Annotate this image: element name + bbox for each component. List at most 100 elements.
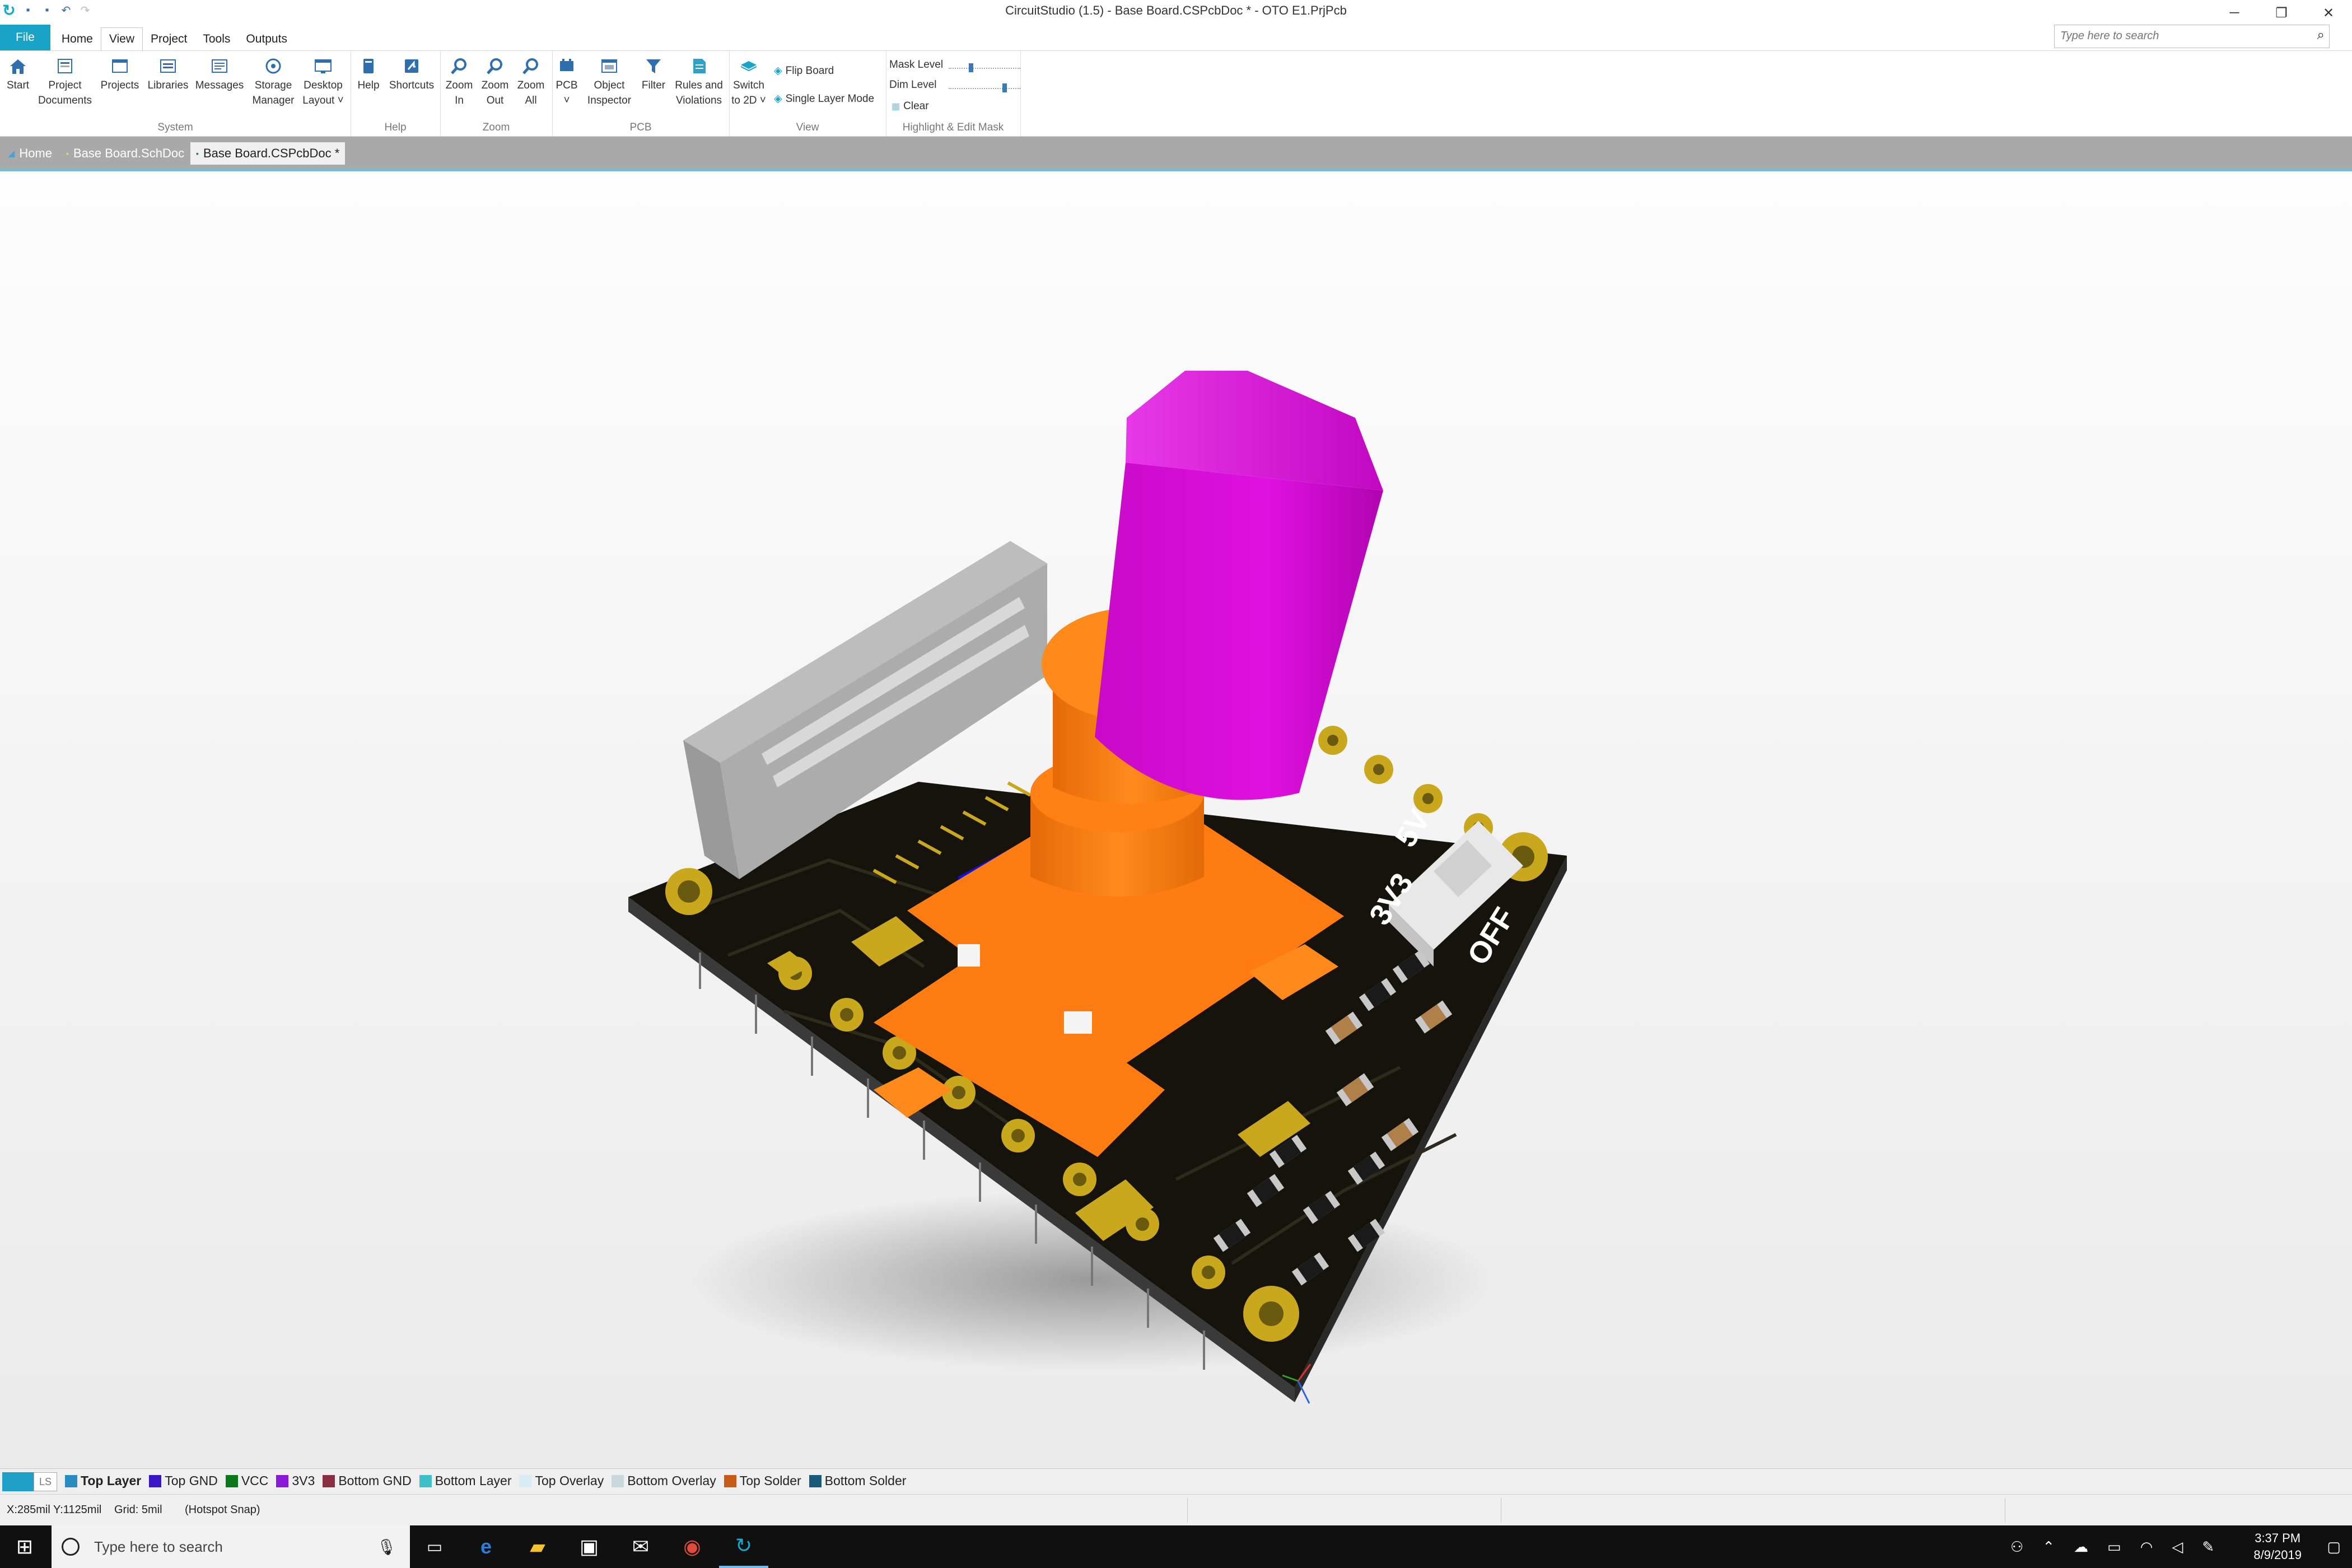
tab-home[interactable]: Home bbox=[54, 28, 101, 50]
edge-icon[interactable]: e bbox=[461, 1525, 511, 1568]
layer-set-selector[interactable]: LS bbox=[2, 1472, 58, 1491]
mail-icon[interactable]: ✉ bbox=[616, 1525, 665, 1568]
title-bar: ↻ ▪ ▪ ↶ ↷ CircuitStudio (1.5) - Base Boa… bbox=[0, 0, 2352, 22]
onedrive-icon[interactable]: ☁ bbox=[2074, 1538, 2088, 1556]
shortcuts-button[interactable]: Shortcuts bbox=[385, 57, 438, 93]
layer-color-swatch bbox=[149, 1474, 162, 1487]
layer-color-swatch bbox=[323, 1474, 335, 1487]
minimize-button[interactable]: ─ bbox=[2211, 0, 2258, 26]
layer-tab-label: Bottom Layer bbox=[435, 1473, 512, 1488]
taskbar-search[interactable]: Type here to search 🎙 bbox=[52, 1525, 410, 1568]
group-view: Switch to 2D ˅ ◈ Flip Board ◈ Single Lay… bbox=[729, 51, 886, 136]
pcb-3d-view[interactable]: 3V3 5V OFF bbox=[0, 171, 2352, 1468]
projects-icon bbox=[112, 59, 128, 73]
storage-manager-label: Storage Manager bbox=[252, 80, 295, 106]
dim-level-knob[interactable] bbox=[1002, 83, 1007, 92]
layer-tab-label: Bottom Solder bbox=[824, 1473, 907, 1488]
windows-start-icon[interactable]: ⊞ bbox=[0, 1525, 49, 1568]
circuitstudio-taskbar-icon[interactable]: ↻ bbox=[719, 1525, 768, 1568]
layer-color-swatch bbox=[276, 1474, 289, 1487]
home-icon bbox=[10, 59, 26, 74]
doc-tab-schematic[interactable]: ▪ Base Board.SchDoc bbox=[60, 142, 190, 165]
chrome-icon[interactable]: ◉ bbox=[668, 1525, 717, 1568]
people-icon[interactable]: ⚇ bbox=[2010, 1538, 2023, 1556]
layer-tab-label: Top Overlay bbox=[535, 1473, 604, 1488]
close-button[interactable]: ✕ bbox=[2305, 0, 2352, 26]
flip-board-button[interactable]: ◈ Flip Board bbox=[774, 64, 834, 77]
layer-tab-label: Top Layer bbox=[81, 1473, 142, 1488]
switch-to-2d-label: Switch to 2D ˅ bbox=[731, 80, 766, 106]
pcb-icon bbox=[560, 59, 573, 71]
doc-tab-pcb[interactable]: ▪ Base Board.CSPcbDoc * bbox=[190, 142, 346, 165]
zoom-all-button[interactable]: Zoom All bbox=[515, 57, 547, 108]
messages-button[interactable]: Messages bbox=[195, 57, 244, 93]
store-icon[interactable]: ▣ bbox=[564, 1525, 614, 1568]
layer-tab[interactable]: Top Layer bbox=[65, 1473, 141, 1488]
help-book-icon bbox=[363, 59, 374, 73]
clear-mask-button[interactable]: ▦ Clear bbox=[892, 100, 929, 113]
wifi-icon[interactable]: ◠ bbox=[2140, 1538, 2153, 1556]
tab-file[interactable]: File bbox=[0, 25, 50, 50]
layer-tab[interactable]: Top GND bbox=[149, 1473, 218, 1488]
mask-level-slider[interactable] bbox=[949, 63, 1020, 74]
layer-tab[interactable]: Bottom Overlay bbox=[612, 1473, 716, 1488]
search-icon[interactable]: ⌕ bbox=[2317, 27, 2325, 43]
layer-tab[interactable]: Bottom Layer bbox=[419, 1473, 512, 1488]
project-documents-button[interactable]: Project Documents bbox=[37, 57, 93, 108]
pcb-label: PCB ˅ bbox=[556, 80, 578, 106]
pen-icon[interactable]: ✎ bbox=[2202, 1538, 2214, 1556]
tab-tools[interactable]: Tools bbox=[195, 28, 238, 50]
rules-violations-label: Rules and Violations bbox=[675, 80, 723, 106]
doc-tab-home[interactable]: ◢ Home bbox=[2, 142, 58, 165]
tab-project[interactable]: Project bbox=[143, 28, 195, 50]
zoom-out-button[interactable]: Zoom Out bbox=[479, 57, 511, 108]
layer-tab[interactable]: Bottom GND bbox=[323, 1473, 412, 1488]
project-documents-label: Project Documents bbox=[38, 80, 92, 106]
desktop-layout-button[interactable]: Desktop Layout ˅ bbox=[299, 57, 347, 108]
tab-outputs[interactable]: Outputs bbox=[238, 28, 295, 50]
group-pcb-label: PCB bbox=[629, 122, 652, 133]
tray-chevron-icon[interactable]: ⌃ bbox=[2042, 1538, 2055, 1556]
layer-tab[interactable]: VCC bbox=[225, 1473, 268, 1488]
search-input[interactable] bbox=[2055, 25, 2307, 46]
group-zoom: Zoom In Zoom Out Zoom All Zoom bbox=[440, 51, 553, 136]
single-layer-mode-button[interactable]: ◈ Single Layer Mode bbox=[774, 92, 874, 105]
microphone-icon[interactable]: 🎙 bbox=[376, 1538, 396, 1556]
taskbar-clock[interactable]: 3:37 PM 8/9/2019 bbox=[2253, 1530, 2302, 1564]
flip-board-label: Flip Board bbox=[785, 64, 834, 77]
libraries-button[interactable]: Libraries bbox=[144, 57, 192, 93]
object-inspector-icon bbox=[601, 59, 617, 73]
switch-to-2d-button[interactable]: Switch to 2D ˅ bbox=[729, 57, 768, 108]
layer-tab[interactable]: Top Solder bbox=[724, 1473, 801, 1488]
layer-set-label[interactable]: LS bbox=[34, 1472, 57, 1491]
document-tabs: ◢ Home ▪ Base Board.SchDoc ▪ Base Board.… bbox=[0, 137, 2352, 171]
zoom-in-button[interactable]: Zoom In bbox=[444, 57, 475, 108]
windows-taskbar: ⊞ Type here to search 🎙 ▭ e ▰ ▣ ✉ ◉ ↻ ⚇ … bbox=[0, 1525, 2352, 1568]
pcb-3d-render[interactable]: 3V3 5V OFF bbox=[0, 171, 2352, 1468]
filter-button[interactable]: Filter bbox=[636, 57, 671, 93]
restore-button[interactable]: ❐ bbox=[2258, 0, 2305, 26]
object-inspector-button[interactable]: Object Inspector bbox=[582, 57, 636, 108]
battery-icon[interactable]: ▭ bbox=[2107, 1538, 2121, 1556]
clear-icon: ▦ bbox=[892, 102, 900, 111]
help-button[interactable]: Help bbox=[354, 57, 383, 93]
layer-tab[interactable]: Bottom Solder bbox=[809, 1473, 907, 1488]
current-layer-swatch[interactable] bbox=[2, 1472, 34, 1491]
notifications-icon[interactable]: ▢ bbox=[2327, 1525, 2341, 1568]
start-button[interactable]: Start bbox=[4, 57, 31, 93]
pcb-button[interactable]: PCB ˅ bbox=[553, 57, 580, 108]
projects-button[interactable]: Projects bbox=[99, 57, 141, 93]
layer-tab[interactable]: 3V3 bbox=[276, 1473, 315, 1488]
volume-icon[interactable]: ◁ bbox=[2172, 1538, 2183, 1556]
mask-level-knob[interactable] bbox=[969, 63, 973, 72]
file-explorer-icon[interactable]: ▰ bbox=[513, 1525, 562, 1568]
storage-manager-button[interactable]: Storage Manager bbox=[249, 57, 298, 108]
tab-view[interactable]: View bbox=[100, 27, 143, 50]
clear-label: Clear bbox=[903, 100, 929, 112]
layer-tab[interactable]: Top Overlay bbox=[519, 1473, 604, 1488]
rules-violations-button[interactable]: Rules and Violations bbox=[671, 57, 727, 108]
dim-level-slider[interactable] bbox=[949, 83, 1020, 95]
task-view-icon[interactable]: ▭ bbox=[410, 1525, 459, 1568]
layer-color-swatch bbox=[225, 1474, 238, 1487]
layer-color-swatch bbox=[724, 1474, 736, 1487]
